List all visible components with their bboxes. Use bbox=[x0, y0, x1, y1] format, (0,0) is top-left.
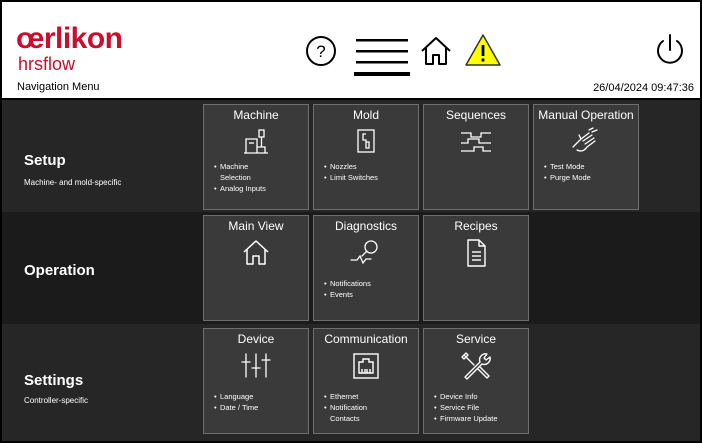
list-item[interactable]: • Notification bbox=[324, 402, 367, 413]
list-item[interactable]: • Limit Switches bbox=[324, 172, 378, 183]
menu-icon[interactable] bbox=[354, 36, 410, 66]
document-icon bbox=[467, 239, 486, 267]
section-title: Settings bbox=[24, 372, 84, 389]
page-title: Navigation Menu bbox=[17, 81, 100, 93]
home-icon[interactable] bbox=[418, 34, 454, 68]
tile-items: • Notifications • Events bbox=[324, 278, 371, 300]
tile-title: Device bbox=[237, 332, 275, 346]
machine-icon bbox=[244, 129, 268, 154]
header-bar: œrlikon hrsflow Navigation Menu 26/04/20… bbox=[2, 2, 700, 98]
list-item[interactable]: • Purge Mode bbox=[544, 172, 591, 183]
tile-communication[interactable]: Communication • Ethernet • Notification Co… bbox=[313, 328, 419, 434]
section-operation: Operation Main View Diagnostics • Notific… bbox=[2, 212, 700, 324]
list-item[interactable]: • Test Mode bbox=[544, 161, 591, 172]
tile-title: Sequences bbox=[445, 108, 507, 122]
tile-items: • Device Info • Service File • Firmware Upd… bbox=[434, 391, 498, 424]
list-item[interactable]: • Analog Inputs bbox=[214, 183, 266, 194]
svg-text:?: ? bbox=[316, 42, 325, 61]
sequences-icon bbox=[461, 132, 491, 152]
diagnostics-icon bbox=[350, 240, 378, 265]
tile-items: • Ethernet • Notification Contacts bbox=[324, 391, 367, 424]
ethernet-icon bbox=[353, 353, 379, 379]
section-subtitle: Controller-specific bbox=[24, 396, 89, 405]
brand-sub: hrsflow bbox=[18, 54, 76, 74]
home-icon bbox=[243, 240, 269, 265]
section-settings: Settings Controller-specific Device • Lan… bbox=[2, 324, 700, 441]
list-item[interactable]: Contacts bbox=[324, 413, 367, 424]
tile-title: Main View bbox=[228, 219, 284, 233]
menu-active-indicator bbox=[354, 72, 410, 76]
list-item[interactable]: • Date / Time bbox=[214, 402, 258, 413]
brand-logo: œrlikon bbox=[16, 22, 123, 55]
tile-title: Service bbox=[455, 332, 496, 346]
tile-recipes[interactable]: Recipes bbox=[423, 215, 529, 321]
tile-items: • Nozzles • Limit Switches bbox=[324, 161, 378, 183]
tile-service[interactable]: Service • Device Info • Service File • Firm… bbox=[423, 328, 529, 434]
list-item[interactable]: • Ethernet bbox=[324, 391, 367, 402]
list-item[interactable]: • Language bbox=[214, 391, 258, 402]
app-frame: œrlikon hrsflow Navigation Menu 26/04/20… bbox=[0, 0, 702, 443]
help-icon[interactable]: ? bbox=[304, 34, 338, 68]
list-item[interactable]: Selection bbox=[214, 172, 266, 183]
tile-title: Manual Operation bbox=[538, 108, 634, 122]
mold-icon bbox=[357, 129, 375, 153]
warning-icon[interactable] bbox=[464, 32, 502, 68]
tile-diagnostics[interactable]: Diagnostics • Notifications • Events bbox=[313, 215, 419, 321]
tile-items: • Language • Date / Time bbox=[214, 391, 258, 413]
tile-items: • Test Mode • Purge Mode bbox=[544, 161, 591, 183]
power-icon[interactable] bbox=[652, 32, 688, 68]
list-item[interactable]: • Firmware Update bbox=[434, 413, 498, 424]
section-setup: Setup Machine- and mold-specific Machine… bbox=[2, 100, 700, 212]
section-title: Setup bbox=[24, 152, 66, 169]
tile-title: Communication bbox=[324, 332, 408, 346]
section-subtitle: Machine- and mold-specific bbox=[24, 178, 122, 187]
list-item[interactable]: • Notifications bbox=[324, 278, 371, 289]
tile-manual-operation[interactable]: Manual Operation • Test Mode • Purge Mode bbox=[533, 104, 639, 210]
tile-title: Mold bbox=[352, 108, 379, 122]
datetime-display: 26/04/2024 09:47:36 bbox=[593, 82, 694, 94]
list-item[interactable]: • Machine bbox=[214, 161, 266, 172]
tile-mold[interactable]: Mold • Nozzles • Limit Switches bbox=[313, 104, 419, 210]
list-item[interactable]: • Events bbox=[324, 289, 371, 300]
list-item[interactable]: • Service File bbox=[434, 402, 498, 413]
tile-title: Machine bbox=[233, 108, 279, 122]
hand-icon bbox=[572, 127, 598, 152]
tile-sequences[interactable]: Sequences bbox=[423, 104, 529, 210]
tools-icon bbox=[461, 352, 491, 380]
tile-machine[interactable]: Machine • Machine Selection • Analog Input… bbox=[203, 104, 309, 210]
tile-title: Diagnostics bbox=[334, 219, 398, 233]
list-item[interactable]: • Nozzles bbox=[324, 161, 378, 172]
section-title: Operation bbox=[24, 262, 95, 279]
tile-title: Recipes bbox=[454, 219, 498, 233]
sliders-icon bbox=[241, 353, 271, 378]
tile-device[interactable]: Device • Language • Date / Time bbox=[203, 328, 309, 434]
tile-main-view[interactable]: Main View bbox=[203, 215, 309, 321]
tile-items: • Machine Selection • Analog Inputs bbox=[214, 161, 266, 194]
list-item[interactable]: • Device Info bbox=[434, 391, 498, 402]
